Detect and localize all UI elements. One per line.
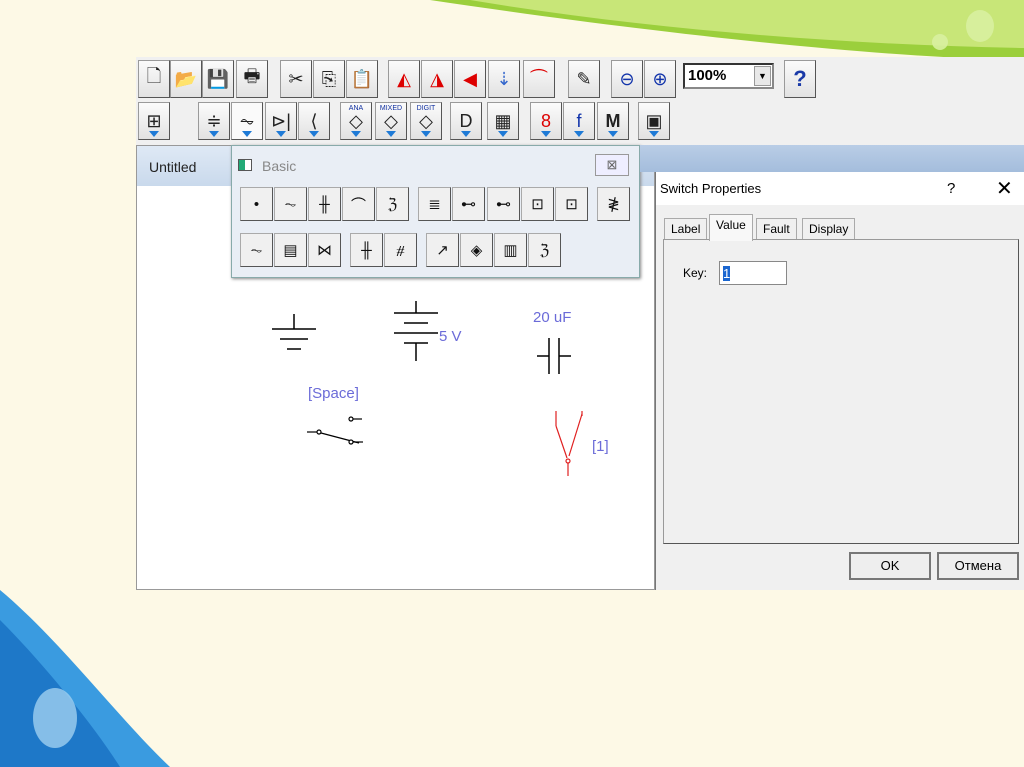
- key-input[interactable]: 1: [719, 261, 787, 285]
- value-tab-panel: Key: 1: [663, 239, 1019, 544]
- paste-button[interactable]: 📋: [346, 60, 378, 98]
- water-drop-icon: [966, 10, 994, 42]
- cancel-button[interactable]: Отмена: [937, 552, 1019, 580]
- background-window-titlebar: [640, 145, 1024, 172]
- logic-gates-bin-button[interactable]: D: [450, 102, 482, 140]
- save-button[interactable]: 💾: [202, 60, 234, 98]
- transformer-button[interactable]: ℨ: [376, 187, 409, 221]
- component-properties-button[interactable]: ⇣: [488, 60, 520, 98]
- analog-ics-bin-button[interactable]: ANA ◇: [340, 102, 372, 140]
- battery-value-label: 5 V: [439, 328, 462, 345]
- relay-button[interactable]: ≣: [418, 187, 451, 221]
- capacitor-component: [537, 338, 571, 374]
- switch-key-label: [Space]: [308, 385, 359, 402]
- dialog-title: Switch Properties: [656, 172, 1024, 205]
- pullup-resistor-button[interactable]: ≹: [597, 187, 630, 221]
- capacitor-value-label: 20 uF: [533, 309, 572, 326]
- open-file-button[interactable]: 📂: [170, 60, 202, 98]
- misc-label: M: [605, 110, 621, 131]
- ground-component: [272, 314, 316, 350]
- ok-button[interactable]: OK: [849, 552, 931, 580]
- miscellaneous-bin-button[interactable]: M: [597, 102, 629, 140]
- switch-button[interactable]: ⊷: [452, 187, 485, 221]
- parts-bin-button[interactable]: ⊞: [138, 102, 170, 140]
- analog-switch-button[interactable]: ⋈: [308, 233, 341, 267]
- digital-bin-button[interactable]: ▦: [487, 102, 519, 140]
- time-delay-switch-button[interactable]: ⊷: [487, 187, 520, 221]
- instruments-bin-button[interactable]: ▣: [638, 102, 670, 140]
- battery-component: [394, 301, 438, 361]
- cut-button[interactable]: ✂: [280, 60, 312, 98]
- analysis-graphs-button[interactable]: ⏜: [523, 60, 555, 98]
- zoom-value: 100%: [688, 67, 727, 84]
- basic-palette: Basic ⊠ • ⏦ ╫ ⌒ ℨ ≣ ⊷ ⊷ ⊡ ⊡ ≹ ⏦ ▤ ⋈ ╫ ⧣ …: [231, 145, 640, 278]
- resistor-button[interactable]: ⏦: [274, 187, 307, 221]
- transistors-bin-button[interactable]: ⟨: [298, 102, 330, 140]
- analog-label: ANA: [348, 105, 364, 112]
- polarized-capacitor-button[interactable]: ╫: [350, 233, 383, 267]
- diodes-bin-button[interactable]: ⊳|: [265, 102, 297, 140]
- dialog-close-button[interactable]: ✕: [996, 176, 1013, 201]
- switch-properties-dialog: Switch Properties ? ✕ Label Value Fault …: [655, 172, 1024, 590]
- variable-capacitor-button[interactable]: ⧣: [384, 233, 417, 267]
- nonlinear-transformer-button[interactable]: ℨ: [528, 233, 561, 267]
- tab-value[interactable]: Value: [709, 214, 753, 241]
- palette-icon: [238, 159, 252, 171]
- magnetic-core-button[interactable]: ◈: [460, 233, 493, 267]
- tab-display[interactable]: Display: [802, 218, 856, 240]
- dialog-help-button[interactable]: ?: [947, 180, 955, 197]
- basic-bin-button[interactable]: ⏦: [231, 102, 263, 140]
- rotate-button[interactable]: ◭: [388, 60, 420, 98]
- digital-label: DIGIT: [416, 105, 436, 112]
- potentiometer-button[interactable]: ⏦: [240, 233, 273, 267]
- mixed-label: MIXED: [379, 105, 403, 112]
- mixed-ics-bin-button[interactable]: MIXED ◇: [375, 102, 407, 140]
- zoom-out-button[interactable]: ⊖: [611, 60, 643, 98]
- water-drop-icon: [33, 688, 77, 748]
- help-button[interactable]: ?: [784, 60, 816, 98]
- key-label: Key:: [683, 266, 708, 280]
- zoom-in-button[interactable]: ⊕: [644, 60, 676, 98]
- variable-inductor-button[interactable]: ↗: [426, 233, 459, 267]
- flip-vertical-button[interactable]: ◀: [454, 60, 486, 98]
- indicators-bin-button[interactable]: 8: [530, 102, 562, 140]
- capacitor-button[interactable]: ╫: [308, 187, 341, 221]
- palette-title: Basic: [262, 158, 297, 174]
- controls-bin-button[interactable]: f: [563, 102, 595, 140]
- crystal-button[interactable]: ▥: [494, 233, 527, 267]
- sources-bin-button[interactable]: ≑: [198, 102, 230, 140]
- resistor-pack-button[interactable]: ▤: [274, 233, 307, 267]
- zoom-select[interactable]: 100% ▼: [683, 63, 774, 89]
- current-switch-button[interactable]: ⊡: [555, 187, 588, 221]
- chevron-down-icon[interactable]: ▼: [754, 66, 771, 86]
- switch-space-component: [307, 416, 363, 445]
- print-button[interactable]: 🖶: [236, 60, 268, 98]
- help-label: ?: [793, 66, 807, 91]
- flip-horizontal-button[interactable]: ◮: [421, 60, 453, 98]
- voltage-switch-button[interactable]: ⊡: [521, 187, 554, 221]
- connector-button[interactable]: •: [240, 187, 273, 221]
- key-value: 1: [723, 266, 731, 281]
- switch-key-label: [1]: [592, 438, 609, 455]
- check-button[interactable]: ✎: [568, 60, 600, 98]
- new-file-button[interactable]: 🗋: [138, 60, 170, 98]
- digital-ics-bin-button[interactable]: DIGIT ◇: [410, 102, 442, 140]
- copy-button[interactable]: ⎘: [313, 60, 345, 98]
- switch-1-component: [555, 411, 583, 476]
- tab-fault[interactable]: Fault: [756, 218, 797, 240]
- inductor-button[interactable]: ⌒: [342, 187, 375, 221]
- tab-label[interactable]: Label: [664, 218, 708, 240]
- palette-close-button[interactable]: ⊠: [595, 154, 629, 176]
